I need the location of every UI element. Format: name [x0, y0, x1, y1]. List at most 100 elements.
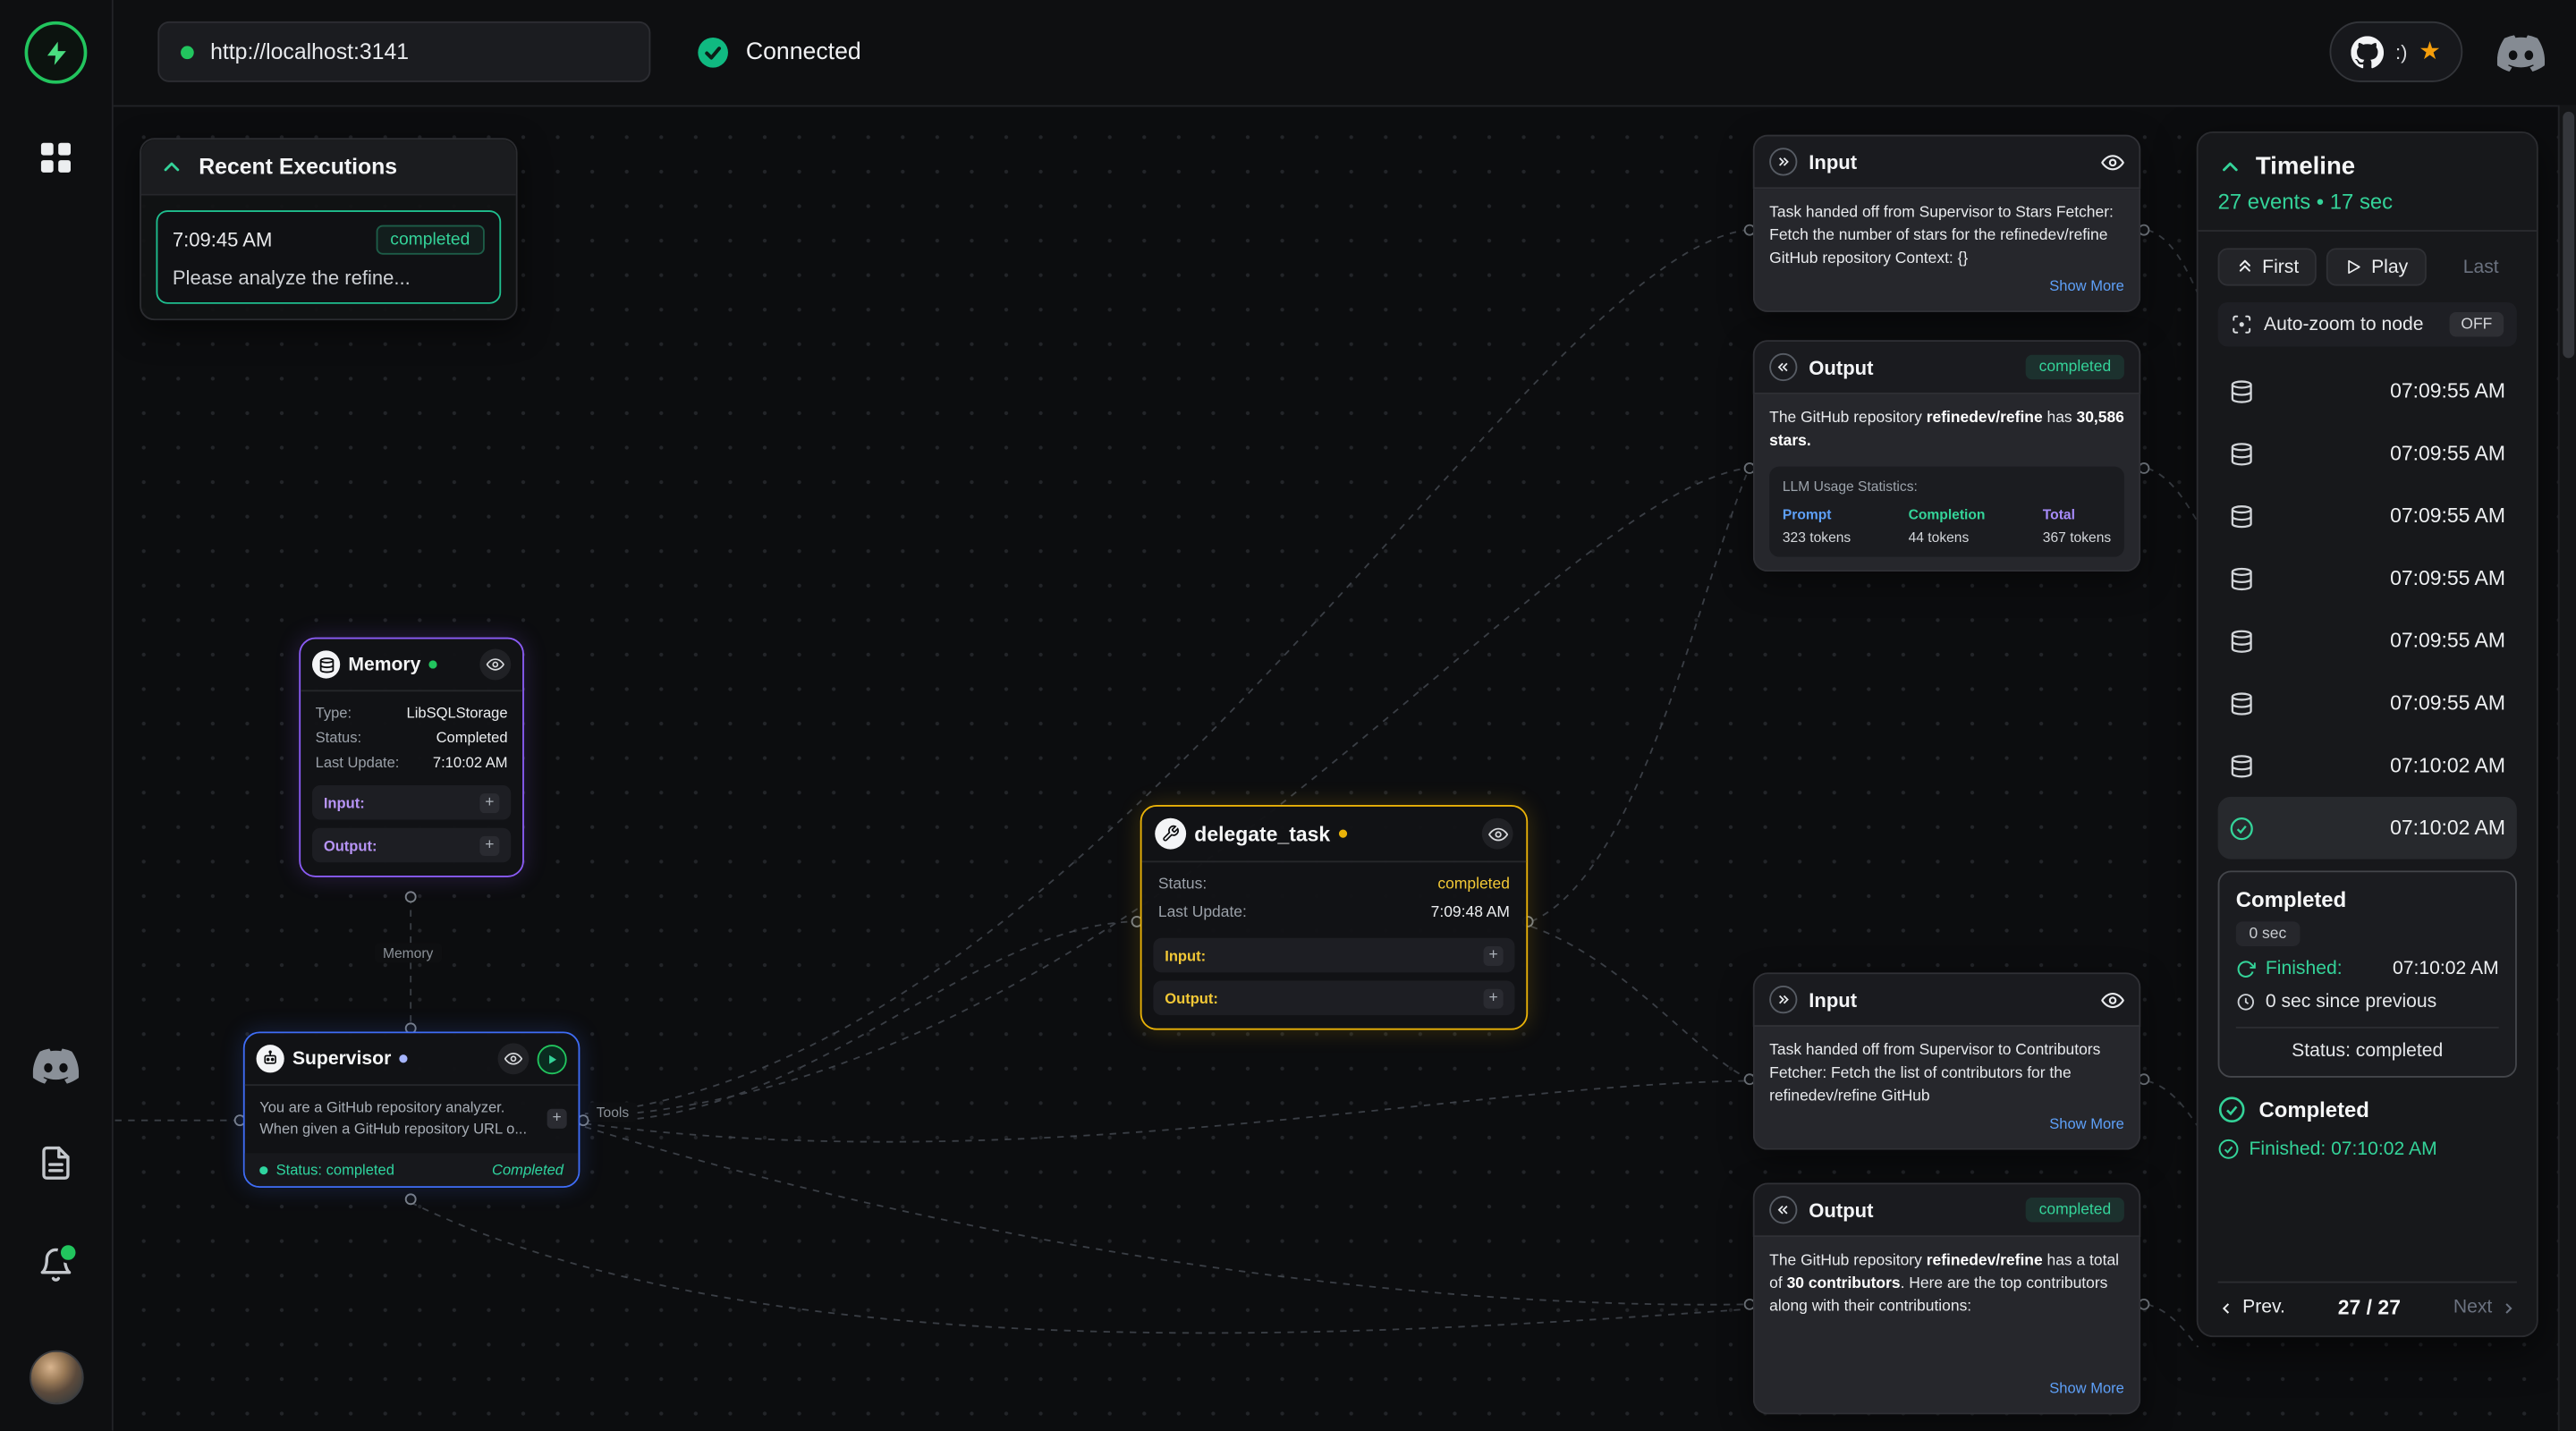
check-circle-icon: [2229, 816, 2254, 841]
show-more-link[interactable]: Show More: [1769, 1378, 2124, 1400]
database-icon: [2229, 566, 2254, 591]
supervisor-instructions: You are a GitHub repository analyzer. Wh…: [259, 1099, 527, 1137]
database-icon: [2229, 378, 2254, 403]
show-more-link[interactable]: Show More: [1769, 276, 2124, 298]
input-label: Input:: [1165, 947, 1206, 963]
timeline-event[interactable]: 07:10:02 AM: [2218, 734, 2517, 797]
apps-grid-icon[interactable]: [36, 138, 75, 177]
panel-title: Input: [1809, 988, 1857, 1012]
flow-canvas[interactable]: Memory Tools Recent Executions 7:09:45 A…: [112, 106, 2576, 1431]
supervisor-node[interactable]: Supervisor You are a GitHub repository a…: [243, 1031, 580, 1188]
memory-input-row[interactable]: Input: +: [312, 785, 511, 820]
github-star-button[interactable]: :) ★: [2329, 21, 2462, 82]
scrollbar-thumb[interactable]: [2562, 112, 2573, 359]
recent-executions-title: Recent Executions: [199, 155, 397, 180]
first-button[interactable]: First: [2218, 248, 2318, 285]
play-icon: [2345, 258, 2363, 275]
status-text: Status: completed: [276, 1162, 394, 1178]
run-agent-play-button[interactable]: [538, 1044, 567, 1073]
check-circle-icon: [2218, 1096, 2246, 1123]
field-label: Status:: [316, 729, 361, 745]
vertical-scrollbar[interactable]: [2558, 106, 2576, 1431]
execution-card[interactable]: 7:09:45 AM completed Please analyze the …: [156, 210, 501, 304]
supervisor-status-dot: [399, 1054, 407, 1063]
show-more-link[interactable]: Show More: [1769, 1114, 2124, 1136]
docs-file-icon[interactable]: [38, 1145, 73, 1181]
output-label: Output:: [324, 837, 377, 853]
timeline-event[interactable]: 07:09:55 AM: [2218, 609, 2517, 672]
github-label: :): [2395, 40, 2407, 64]
play-button[interactable]: Play: [2326, 248, 2426, 285]
event-time: 07:09:55 AM: [2390, 379, 2505, 402]
timeline-title: Timeline: [2256, 153, 2355, 181]
expand-plus-icon[interactable]: +: [1484, 945, 1504, 965]
expand-plus-icon[interactable]: +: [1484, 988, 1504, 1008]
eye-icon[interactable]: [1482, 818, 1513, 850]
expand-plus-icon[interactable]: +: [547, 1109, 567, 1129]
memory-node[interactable]: Memory Type:LibSQLStorage Status:Complet…: [299, 638, 524, 877]
delegate-task-node[interactable]: delegate_task Status:completed Last Upda…: [1140, 805, 1528, 1030]
last-button[interactable]: Last: [2445, 248, 2517, 285]
timeline-events-list: 07:09:55 AM 07:09:55 AM 07:09:55 AM 07:0…: [2218, 360, 2517, 859]
event-time: 07:09:55 AM: [2390, 567, 2505, 590]
server-url: http://localhost:3141: [210, 39, 409, 64]
collapse-chevron-icon[interactable]: [159, 155, 184, 180]
notification-dot: [57, 1242, 79, 1264]
next-event-finished: Finished: 07:10:02 AM: [2218, 1139, 2517, 1160]
eye-icon[interactable]: [479, 649, 511, 681]
timeline-event[interactable]: 07:09:55 AM: [2218, 422, 2517, 485]
timeline-event-selected[interactable]: 07:10:02 AM: [2218, 797, 2517, 859]
timeline-event[interactable]: 07:09:55 AM: [2218, 547, 2517, 610]
panel-title: Input: [1809, 150, 1857, 174]
next-button[interactable]: Next: [2453, 1298, 2517, 1317]
eye-icon[interactable]: [498, 1043, 530, 1074]
eye-icon[interactable]: [2101, 150, 2124, 174]
memory-output-row[interactable]: Output: +: [312, 828, 511, 863]
prev-button[interactable]: Prev.: [2218, 1298, 2285, 1317]
timeline-event[interactable]: 07:09:55 AM: [2218, 672, 2517, 734]
focus-scan-icon: [2231, 314, 2252, 335]
expand-plus-icon[interactable]: +: [479, 835, 499, 855]
notifications-bell-icon[interactable]: [38, 1247, 73, 1283]
expand-plus-icon[interactable]: +: [479, 792, 499, 812]
discord-icon[interactable]: [2497, 30, 2545, 77]
field-value: Completed: [436, 729, 508, 745]
timeline-event[interactable]: 07:09:55 AM: [2218, 485, 2517, 547]
next-event-header[interactable]: Completed: [2218, 1096, 2517, 1123]
database-icon: [2229, 753, 2254, 778]
chevrons-left-icon: [1769, 353, 1797, 381]
eye-icon[interactable]: [2101, 988, 2124, 1012]
database-icon: [2229, 504, 2254, 529]
collapse-chevron-icon[interactable]: [2218, 155, 2243, 180]
app-logo-lightning-icon[interactable]: [25, 21, 88, 84]
auto-zoom-state-badge: OFF: [2450, 312, 2504, 337]
delegate-input-row[interactable]: Input: +: [1153, 938, 1514, 973]
field-label: Status:: [1158, 876, 1207, 893]
input-panel-contributors: Input Task handed off from Supervisor to…: [1753, 972, 2140, 1150]
auto-zoom-toggle[interactable]: Auto-zoom to node OFF: [2218, 302, 2517, 347]
event-detail-card: Completed 0 sec Finished: 07:10:02 AM 0 …: [2218, 870, 2517, 1077]
execution-status-badge: completed: [376, 225, 485, 255]
supervisor-node-title: Supervisor: [292, 1049, 391, 1069]
execution-preview: Please analyze the refine...: [173, 267, 485, 290]
input-message: Task handed off from Supervisor to Contr…: [1769, 1041, 2100, 1105]
discord-icon[interactable]: [33, 1043, 79, 1088]
llm-stat-prompt: Prompt 323 tokens: [1783, 504, 1851, 548]
bot-icon: [257, 1045, 284, 1072]
event-time: 07:09:55 AM: [2390, 629, 2505, 652]
timeline-event[interactable]: 07:09:55 AM: [2218, 360, 2517, 422]
auto-zoom-label: Auto-zoom to node: [2264, 315, 2423, 334]
input-label: Input:: [324, 794, 365, 810]
edge-label-tools: Tools: [589, 1102, 638, 1122]
field-label: Last Update:: [1158, 903, 1247, 921]
event-time: 07:09:55 AM: [2390, 442, 2505, 465]
server-url-field[interactable]: http://localhost:3141: [157, 21, 650, 82]
connection-status-text: Connected: [746, 39, 861, 65]
output-label: Output:: [1165, 990, 1218, 1006]
field-label: Type:: [316, 704, 352, 720]
user-avatar[interactable]: [30, 1351, 84, 1405]
event-status: Status: completed: [2236, 1027, 2499, 1062]
status-value: Completed: [492, 1162, 564, 1178]
delegate-output-row[interactable]: Output: +: [1153, 981, 1514, 1016]
event-time: 07:10:02 AM: [2390, 754, 2505, 777]
